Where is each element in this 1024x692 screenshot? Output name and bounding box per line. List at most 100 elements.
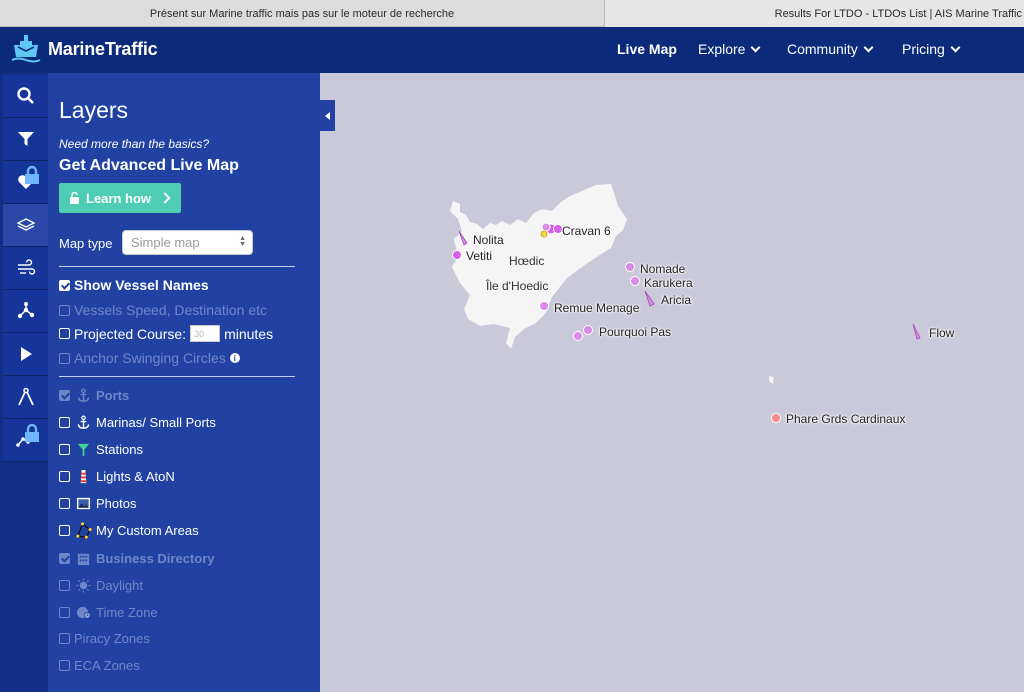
map-type-select[interactable]: Simple map ▲ ▼ <box>122 230 253 255</box>
divider <box>59 266 295 267</box>
vessel-marker[interactable] <box>630 276 640 286</box>
nav-live-map-label: Live Map <box>617 41 677 57</box>
photo-icon <box>74 494 92 512</box>
vessel-arrow-flow[interactable] <box>912 323 921 340</box>
lights-checkbox[interactable] <box>59 470 70 482</box>
marinas-checkbox[interactable] <box>59 416 70 428</box>
layer-label: Stations <box>96 441 143 457</box>
wind-icon <box>17 259 35 275</box>
nav-community-label: Community <box>787 41 858 57</box>
vessel-label-flow[interactable]: Flow <box>929 326 954 340</box>
learn-how-button[interactable]: Learn how <box>59 183 181 213</box>
route-button[interactable] <box>3 419 48 462</box>
layer-daylight: Daylight <box>59 576 143 594</box>
projected-course-row[interactable]: Projected Course: 30 minutes <box>59 325 273 342</box>
lighthouse-marker[interactable] <box>771 413 781 423</box>
layer-label: Time Zone <box>96 604 158 620</box>
nav-explore[interactable]: Explore <box>698 41 761 57</box>
layer-marinas[interactable]: Marinas/ Small Ports <box>59 413 216 431</box>
layer-stations[interactable]: Stations <box>59 440 143 458</box>
vessel-marker[interactable] <box>625 262 635 272</box>
icon-sidebar <box>0 73 48 692</box>
lighthouse-icon <box>74 467 92 485</box>
chevron-down-icon <box>863 42 874 52</box>
anchor-circles-label: Anchor Swinging Circles <box>74 350 226 366</box>
nav-pricing-label: Pricing <box>902 41 945 57</box>
compass-icon <box>17 387 34 406</box>
browser-tab-bar: Présent sur Marine traffic mais pas sur … <box>0 0 1024 27</box>
nav-live-map[interactable]: Live Map <box>617 41 677 57</box>
show-vessel-names-row[interactable]: Show Vessel Names <box>59 277 209 293</box>
browser-tab-2[interactable]: Results For LTDO - LTDOs List | AIS Mari… <box>605 0 1024 27</box>
building-icon <box>74 549 92 567</box>
vessel-marker[interactable] <box>573 331 583 341</box>
vessel-marker[interactable] <box>452 250 462 260</box>
layer-ports: Ports <box>59 386 129 404</box>
layers-button[interactable] <box>3 204 48 247</box>
vessel-label-karukera[interactable]: Karukera <box>644 276 693 290</box>
filter-icon <box>17 132 34 146</box>
vessel-label-remue-menage[interactable]: Remue Menage <box>554 301 639 315</box>
nav-community[interactable]: Community <box>787 41 874 57</box>
projected-minutes-input[interactable]: 30 <box>190 325 221 342</box>
panel-subtitle: Need more than the basics? <box>59 137 210 151</box>
measure-button[interactable] <box>3 376 48 419</box>
weather-button[interactable] <box>3 247 48 290</box>
nav-explore-label: Explore <box>698 41 746 57</box>
layers-icon <box>16 218 35 231</box>
layer-label: Daylight <box>96 577 143 593</box>
vessel-label-phare-grds-cardinaux[interactable]: Phare Grds Cardinaux <box>786 412 905 426</box>
anchor-icon <box>74 413 92 431</box>
stations-checkbox[interactable] <box>59 443 70 455</box>
vessel-marker[interactable] <box>539 301 549 311</box>
projected-course-checkbox[interactable] <box>59 328 70 339</box>
map-type-label: Map type <box>59 236 113 251</box>
lock-icon <box>25 165 39 184</box>
vessel-marker-anchored[interactable] <box>540 230 548 238</box>
chevron-down-icon <box>751 42 761 52</box>
layer-time-zone: Time Zone <box>59 603 158 621</box>
projected-course-label: Projected Course: <box>74 325 187 342</box>
chevron-down-icon <box>950 42 961 52</box>
photos-checkbox[interactable] <box>59 497 70 509</box>
filter-button[interactable] <box>3 118 48 161</box>
collapse-panel-button[interactable] <box>320 100 335 131</box>
network-button[interactable] <box>3 290 48 333</box>
place-label-ile-hoedic: Île d'Hoedic <box>486 279 549 293</box>
piracy-checkbox <box>59 633 70 644</box>
vessel-label-cravan-6[interactable]: Cravan 6 <box>562 224 611 238</box>
search-button[interactable] <box>3 75 48 118</box>
vessel-marker[interactable] <box>541 222 551 232</box>
vessel-arrow-aricia[interactable] <box>644 290 655 307</box>
vessel-label-vetiti[interactable]: Vetiti <box>466 249 492 263</box>
layer-piracy-zones: Piracy Zones <box>59 631 150 646</box>
islet <box>769 376 774 384</box>
vessel-label-aricia[interactable]: Aricia <box>661 293 691 307</box>
favorites-button[interactable] <box>3 161 48 204</box>
ship-logo-icon <box>11 35 41 63</box>
show-vessel-names-label: Show Vessel Names <box>74 277 209 293</box>
map-type-value: Simple map <box>131 235 200 250</box>
live-map[interactable]: Hœdic Île d'Hoedic Nolita Vetiti Cravan … <box>320 73 1024 692</box>
layer-photos[interactable]: Photos <box>59 494 136 512</box>
vessel-label-nolita[interactable]: Nolita <box>473 233 504 247</box>
playback-button[interactable] <box>3 333 48 376</box>
select-arrows-icon: ▲ ▼ <box>239 235 246 248</box>
show-vessel-names-checkbox[interactable] <box>59 279 70 291</box>
vessels-speed-checkbox <box>59 304 70 316</box>
vessel-label-nomade[interactable]: Nomade <box>640 262 685 276</box>
nav-pricing[interactable]: Pricing <box>902 41 961 57</box>
brand-name: MarineTraffic <box>48 38 158 59</box>
unlock-icon <box>70 192 79 204</box>
layer-label: Ports <box>96 387 130 403</box>
custom-areas-checkbox[interactable] <box>59 524 70 536</box>
antenna-icon <box>74 440 92 458</box>
vessel-marker[interactable] <box>583 325 593 335</box>
browser-tab-1[interactable]: Présent sur Marine traffic mais pas sur … <box>0 0 605 27</box>
info-icon[interactable]: i <box>229 353 240 363</box>
layer-custom-areas[interactable]: My Custom Areas <box>59 521 199 539</box>
brand-logo[interactable]: MarineTraffic <box>10 33 158 65</box>
vessel-label-pourquoi-pas[interactable]: Pourquoi Pas <box>599 325 671 339</box>
layer-label: My Custom Areas <box>96 522 199 538</box>
layer-lights[interactable]: Lights & AtoN <box>59 467 175 485</box>
